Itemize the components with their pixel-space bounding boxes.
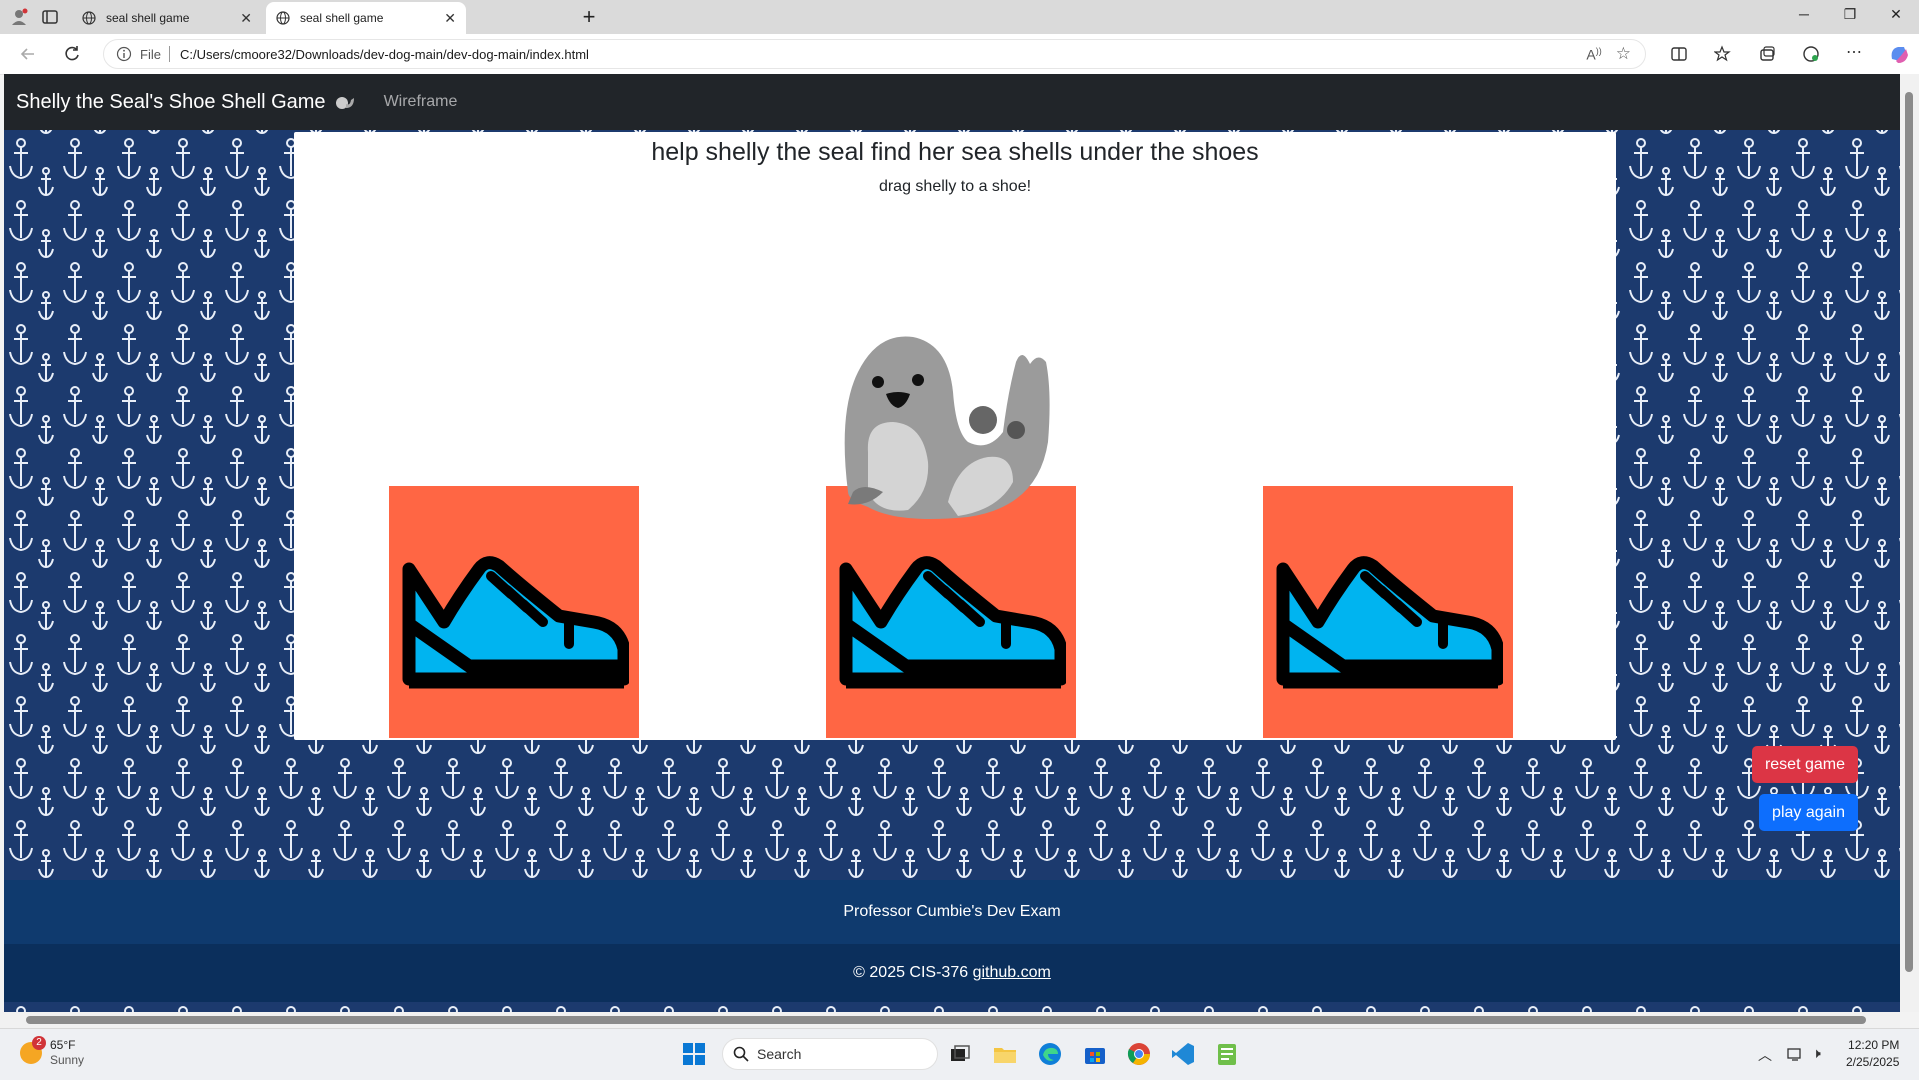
close-tab-icon[interactable]: ✕ <box>240 10 252 27</box>
notepad-app-icon[interactable] <box>1214 1041 1240 1067</box>
tab-active[interactable]: seal shell game ✕ <box>266 2 466 34</box>
address-bar-row: File C:/Users/cmoore32/Downloads/dev-dog… <box>0 34 1919 75</box>
volume-icon[interactable]: 🕨 <box>1812 1045 1821 1062</box>
new-tab-icon[interactable]: + <box>569 4 609 30</box>
close-tab-icon[interactable]: ✕ <box>444 10 456 27</box>
copilot-icon[interactable] <box>1888 43 1910 65</box>
weather-widget[interactable]: 2 65°F Sunny <box>20 1036 85 1068</box>
info-icon[interactable] <box>116 46 132 62</box>
vertical-scrollbar[interactable] <box>1900 74 1919 1012</box>
search-icon <box>733 1046 749 1062</box>
favorite-star-icon[interactable]: ☆ <box>1616 44 1631 64</box>
scheme-label: File <box>140 46 161 62</box>
tab-actions-icon[interactable] <box>41 8 59 26</box>
weather-temp: 65°F <box>50 1038 76 1052</box>
top-navbar: Shelly the Seal's Shoe Shell Game Wirefr… <box>4 74 1900 130</box>
nav-link-wireframe[interactable]: Wireframe <box>384 93 458 111</box>
read-aloud-icon[interactable]: A)) <box>1586 46 1601 63</box>
sneaker-icon <box>839 556 1066 689</box>
footer-copyright: © 2025 CIS-376 <box>853 964 969 981</box>
seal-icon <box>335 97 354 109</box>
browser-tab-bar: seal shell game ✕ seal shell game ✕ + ─ … <box>0 0 1919 34</box>
footer-copyright-row: © 2025 CIS-376 github.com <box>4 944 1900 1002</box>
profile-icon[interactable] <box>10 8 28 26</box>
split-screen-icon[interactable] <box>1670 45 1688 63</box>
weather-desc: Sunny <box>50 1053 85 1067</box>
edge-browser-icon[interactable] <box>1037 1041 1063 1067</box>
draggable-seal-shelly[interactable] <box>838 332 1054 522</box>
back-arrow-icon[interactable] <box>18 44 38 64</box>
clock-time: 12:20 PM <box>1848 1038 1900 1052</box>
vertical-scroll-thumb[interactable] <box>1905 92 1913 972</box>
weather-badge: 2 <box>32 1036 46 1050</box>
url-text[interactable]: C:/Users/cmoore32/Downloads/dev-dog-main… <box>180 47 589 62</box>
microsoft-store-icon[interactable] <box>1082 1041 1108 1067</box>
game-instruction: drag shelly to a shoe! <box>878 178 1032 195</box>
task-view-icon[interactable] <box>947 1041 973 1067</box>
tab-inactive[interactable]: seal shell game ✕ <box>72 2 262 34</box>
sun-icon: 2 <box>20 1036 46 1064</box>
brand-title: Shelly the Seal's Shoe Shell Game <box>16 90 326 113</box>
horizontal-scrollbar[interactable] <box>0 1012 1900 1028</box>
sneaker-icon <box>1276 556 1503 689</box>
shoe-drop-target-1[interactable] <box>389 486 639 738</box>
refresh-icon[interactable] <box>62 44 82 64</box>
chrome-browser-icon[interactable] <box>1126 1041 1152 1067</box>
search-placeholder: Search <box>757 1046 802 1062</box>
windows-taskbar: 2 65°F Sunny Search ︿ 🕨 12:20 PM 2/25/20… <box>0 1028 1919 1080</box>
footer-github-link[interactable]: github.com <box>973 964 1051 981</box>
omnibox[interactable]: File C:/Users/cmoore32/Downloads/dev-dog… <box>103 39 1646 69</box>
clock-date: 2/25/2025 <box>1846 1055 1900 1069</box>
favorites-icon[interactable] <box>1714 45 1732 63</box>
file-explorer-icon[interactable] <box>992 1041 1018 1067</box>
shoe-drop-target-2[interactable] <box>826 486 1076 738</box>
system-clock[interactable]: 12:20 PM 2/25/2025 <box>1846 1037 1899 1071</box>
windows-start-icon[interactable] <box>681 1041 707 1067</box>
page-viewport: Shelly the Seal's Shoe Shell Game Wirefr… <box>4 74 1900 1012</box>
omnibox-divider <box>168 46 170 62</box>
footer-title: Professor Cumbie's Dev Exam <box>843 903 1061 920</box>
game-board: help shelly the seal find her sea shells… <box>294 132 1616 740</box>
restore-icon[interactable]: ❐ <box>1830 6 1870 23</box>
shoe-drop-target-3[interactable] <box>1263 486 1513 738</box>
horizontal-scroll-thumb[interactable] <box>26 1016 1866 1024</box>
extensions-icon[interactable] <box>1802 45 1820 63</box>
tab-title: seal shell game <box>106 11 190 25</box>
taskbar-search-box[interactable]: Search <box>722 1038 938 1070</box>
vscode-icon[interactable] <box>1170 1041 1196 1067</box>
page-footer: Professor Cumbie's Dev Exam © 2025 CIS-3… <box>4 880 1900 1002</box>
minimize-icon[interactable]: ─ <box>1784 6 1824 22</box>
globe-icon <box>276 11 290 25</box>
sneaker-icon <box>402 556 629 689</box>
collections-icon[interactable] <box>1758 45 1776 63</box>
play-again-button[interactable]: play again <box>1759 794 1858 831</box>
network-icon[interactable] <box>1786 1046 1804 1062</box>
tray-overflow-chevron-icon[interactable]: ︿ <box>1758 1045 1772 1065</box>
close-window-icon[interactable]: ✕ <box>1876 6 1916 23</box>
tab-title: seal shell game <box>300 11 384 25</box>
navbar-brand[interactable]: Shelly the Seal's Shoe Shell Game <box>16 91 356 114</box>
globe-icon <box>82 11 96 25</box>
reset-game-button[interactable]: reset game <box>1751 746 1858 783</box>
more-menu-icon[interactable]: ⋯ <box>1846 42 1864 61</box>
game-heading: help shelly the seal find her sea shells… <box>651 138 1259 166</box>
